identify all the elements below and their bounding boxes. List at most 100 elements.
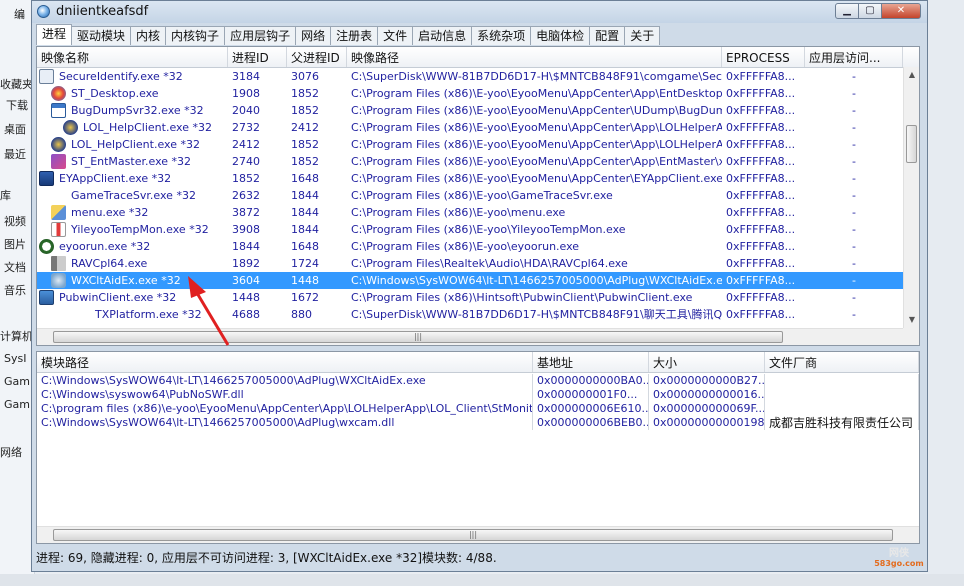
explorer-nav-item[interactable]: 视频 [4,213,26,229]
thermometer-icon [51,222,66,237]
process-cell-path: C:\Program Files (x86)\E-yoo\EyooMenu\Ap… [351,172,722,185]
module-horizontal-scrollbar[interactable]: ||| [37,526,919,543]
process-row[interactable]: ST_EntMaster.exe *32 2740 1852 C:\Program F… [37,153,903,170]
tab-12[interactable]: 关于 [624,26,661,45]
explorer-nav-item[interactable]: 库 [0,187,11,203]
process-row[interactable]: RAVCpl64.exe 1892 1724 C:\Program Files\Rea… [37,255,903,272]
module-row[interactable]: C:\program files (x86)\e-yoo\EyooMenu\Ap… [37,402,919,416]
process-cell-name: LOL_HelpClient.exe *32 [83,121,212,134]
tab-10[interactable]: 电脑体检 [530,26,591,45]
explorer-nav-item[interactable]: 音乐 [4,282,26,298]
process-cell-ppid: 1648 [291,172,319,185]
module-scroll-thumb[interactable]: ||| [53,529,893,541]
tab-2[interactable]: 内核 [130,26,167,45]
process-column-header[interactable]: 映像路径 [347,47,722,67]
explorer-nav-item[interactable]: 最近 [4,146,26,162]
process-cell-access: - [852,87,856,100]
module-column-header[interactable]: 模块路径 [37,352,533,372]
process-cell-pid: 4688 [232,308,260,321]
horizontal-scroll-thumb[interactable]: ||| [53,331,783,343]
tab-6[interactable]: 注册表 [330,26,379,45]
process-column-header[interactable]: EPROCESS [722,47,805,67]
tab-5[interactable]: 网络 [295,26,332,45]
process-vertical-scrollbar[interactable]: ▲ ▼ [903,67,919,328]
process-column-header[interactable]: 应用层访问... [805,47,903,67]
module-row[interactable]: C:\Windows\SysWOW64\lt-LT\1466257005000\… [37,374,919,388]
explorer-nav-item[interactable]: 桌面 [4,121,26,137]
module-cell-size: 0x0000000000016... [649,388,765,402]
process-row[interactable]: EYAppClient.exe *32 1852 1648 C:\Program Fi… [37,170,903,187]
explorer-nav-item[interactable]: Gam [4,398,30,411]
process-column-header[interactable]: 进程ID [228,47,287,67]
process-cell-ppid: 3076 [291,70,319,83]
module-row[interactable]: C:\Windows\syswow64\PubNoSWF.dll 0x000000… [37,388,919,402]
process-cell-ppid: 880 [291,308,312,321]
process-cell-path: C:\SuperDisk\WWW-81B7DD6D17-H\$MNTCB848F… [351,70,722,83]
maximize-button[interactable]: ▢ [858,3,882,19]
module-cell-path: C:\program files (x86)\e-yoo\EyooMenu\Ap… [37,402,533,416]
module-column-header[interactable]: 文件厂商 [765,352,919,372]
shield-doc-icon [39,69,54,84]
process-cell-eprocess: 0xFFFFFA8... [726,223,796,236]
process-row[interactable]: GameTraceSvr.exe *32 2632 1844 C:\Program F… [37,187,903,204]
process-row[interactable]: PubwinClient.exe *32 1448 1672 C:\Program F… [37,289,903,306]
module-cell-path: C:\Windows\SysWOW64\lt-LT\1466257005000\… [37,374,533,388]
minimize-button[interactable]: ▁ [835,3,859,19]
process-cell-name: SecureIdentify.exe *32 [59,70,183,83]
module-column-header[interactable]: 基地址 [533,352,649,372]
title-bar[interactable]: dniientkeafsdf ▁ ▢ ✕ [32,1,927,23]
explorer-nav-item[interactable]: 图片 [4,236,26,252]
process-row[interactable]: BugDumpSvr32.exe *32 2040 1852 C:\Program F… [37,102,903,119]
process-cell-access: - [852,291,856,304]
process-row[interactable]: TXPlatform.exe *32 4688 880 C:\SuperDisk\WW… [37,306,903,323]
process-row[interactable]: YileyooTempMon.exe *32 3908 1844 C:\Program… [37,221,903,238]
module-row[interactable]: C:\Windows\SysWOW64\lt-LT\1466257005000\… [37,416,919,430]
tab-3[interactable]: 内核钩子 [165,26,226,45]
process-row[interactable]: menu.exe *32 3872 1844 C:\Program Files (x8… [37,204,903,221]
process-row[interactable]: ST_Desktop.exe 1908 1852 C:\Program Files (… [37,85,903,102]
scroll-up-arrow-icon[interactable]: ▲ [904,67,919,83]
tab-8[interactable]: 启动信息 [412,26,473,45]
explorer-nav-item[interactable]: Gam [4,375,30,388]
tab-1[interactable]: 驱动模块 [71,26,132,45]
process-cell-path: C:\Program Files (x86)\E-yoo\EyooMenu\Ap… [351,138,722,151]
tab-9[interactable]: 系统杂项 [471,26,532,45]
module-column-header[interactable]: 大小 [649,352,765,372]
module-cell-base: 0x0000000000BA0... [533,374,649,388]
tab-11[interactable]: 配置 [589,26,626,45]
scroll-down-arrow-icon[interactable]: ▼ [904,312,919,328]
blank-icon [75,307,90,322]
explorer-nav-item[interactable]: 网络 [0,444,22,460]
tab-4[interactable]: 应用层钩子 [224,26,297,45]
explorer-nav-item[interactable]: SysI [4,352,26,365]
vertical-scroll-thumb[interactable] [906,125,917,163]
tab-7[interactable]: 文件 [377,26,414,45]
app-window: dniientkeafsdf ▁ ▢ ✕ 进程 驱动模块 内核 内核钩子 应用层钩子 网络… [31,0,928,572]
blank-icon [51,188,66,203]
module-table: 模块路径 基地址 大小 文件厂商 C:\Windows\SysWOW64\lt-LT\… [36,351,920,544]
close-button[interactable]: ✕ [881,3,921,19]
process-row[interactable]: WXCltAidEx.exe *32 3604 1448 C:\Windows\Sys… [37,272,903,289]
process-cell-name: ST_Desktop.exe [71,87,159,100]
process-horizontal-scrollbar[interactable]: ||| [37,328,903,345]
process-cell-eprocess: 0xFFFFFA8... [726,172,796,185]
process-column-header[interactable]: 父进程ID [287,47,347,67]
process-row[interactable]: SecureIdentify.exe *32 3184 3076 C:\SuperDi… [37,68,903,85]
process-row[interactable]: LOL_HelpClient.exe *32 2412 1852 C:\Program… [37,136,903,153]
explorer-nav-item[interactable]: 编 [14,6,25,22]
module-cell-vendor [765,374,919,388]
process-cell-name: eyoorun.exe *32 [59,240,151,253]
tab-0[interactable]: 进程 [36,24,73,45]
process-row[interactable]: eyoorun.exe *32 1844 1648 C:\Program Files … [37,238,903,255]
explorer-nav-item[interactable]: 下载 [6,97,28,113]
process-cell-name: RAVCpl64.exe [71,257,148,270]
window-controls: ▁ ▢ ✕ [835,3,921,20]
process-row[interactable]: LOL_HelpClient.exe *32 2732 2412 C:\Program… [37,119,903,136]
process-column-header[interactable]: 映像名称 [37,47,228,67]
process-cell-pid: 3872 [232,206,260,219]
explorer-nav-item[interactable]: 收藏夹 [0,76,33,92]
explorer-nav-item[interactable]: 计算机 [0,328,33,344]
process-cell-name: LOL_HelpClient.exe *32 [71,138,200,151]
explorer-nav-item[interactable]: 文档 [4,259,26,275]
module-cell-path: C:\Windows\SysWOW64\lt-LT\1466257005000\… [37,416,533,430]
